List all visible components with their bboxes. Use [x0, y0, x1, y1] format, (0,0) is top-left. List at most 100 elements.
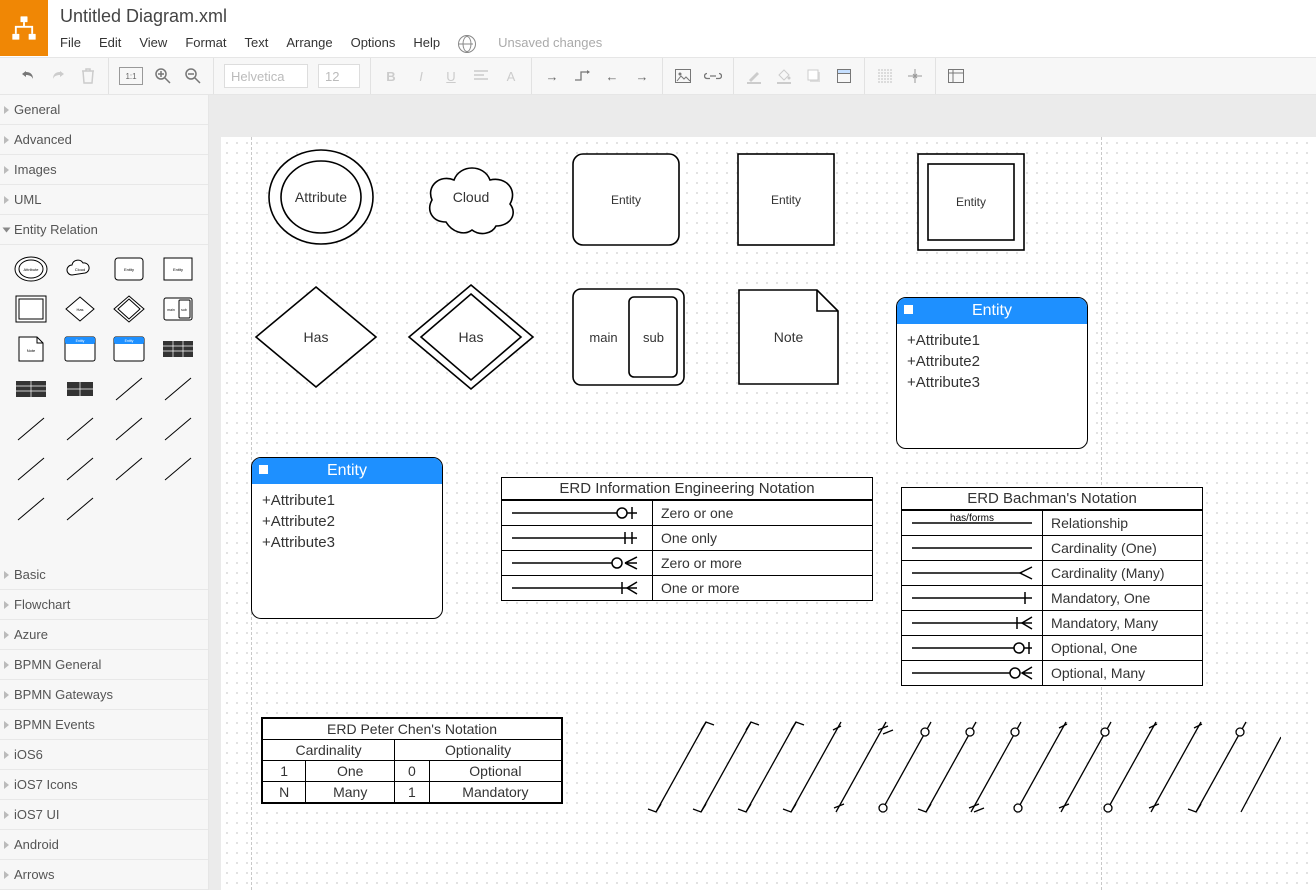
shape-entity-rounded[interactable]: Entity: [571, 152, 681, 247]
shape-attribute[interactable]: Attribute: [266, 147, 376, 247]
toolbar: 1:1 Helvetica 12 B I U A → ← →: [0, 57, 1316, 95]
shape-entity-rect[interactable]: Entity: [736, 152, 836, 247]
sidebar-section-bpmn-gateways[interactable]: BPMN Gateways: [0, 680, 208, 710]
palette-line-4[interactable]: [57, 411, 102, 447]
language-icon[interactable]: [458, 35, 476, 53]
palette-line-6[interactable]: [155, 411, 200, 447]
arrow-right2-icon[interactable]: →: [632, 66, 652, 86]
palette-attribute[interactable]: Attribute: [8, 251, 53, 287]
link-icon[interactable]: [703, 66, 723, 86]
document-title[interactable]: Untitled Diagram.xml: [60, 0, 1316, 27]
palette-entity-double[interactable]: [8, 291, 53, 327]
palette-has-double-diamond[interactable]: [106, 291, 151, 327]
edit-style-icon[interactable]: [834, 66, 854, 86]
svg-text:Entity: Entity: [123, 267, 133, 272]
palette-line-3[interactable]: [8, 411, 53, 447]
palette-cloud[interactable]: Cloud: [57, 251, 102, 287]
sidebar-section-bpmn-events[interactable]: BPMN Events: [0, 710, 208, 740]
menu-options[interactable]: Options: [351, 35, 396, 53]
ie-notation-table[interactable]: ERD Information Engineering Notation Zer…: [501, 477, 873, 601]
italic-icon[interactable]: I: [411, 66, 431, 86]
guides-icon[interactable]: [905, 66, 925, 86]
palette-entity-blue2[interactable]: Entity: [106, 331, 151, 367]
palette-line-12[interactable]: [57, 491, 102, 527]
palette-line-10[interactable]: [155, 451, 200, 487]
sidebar-section-android[interactable]: Android: [0, 830, 208, 860]
font-size-input[interactable]: 12: [318, 64, 360, 88]
palette-line-7[interactable]: [8, 451, 53, 487]
palette-line-8[interactable]: [57, 451, 102, 487]
menu-format[interactable]: Format: [185, 35, 226, 53]
palette-entity-rect[interactable]: Entity: [155, 251, 200, 287]
app-logo[interactable]: [0, 0, 48, 56]
actual-size-icon[interactable]: 1:1: [119, 67, 143, 85]
delete-icon[interactable]: [78, 66, 98, 86]
palette-line-1[interactable]: [106, 371, 151, 407]
sidebar-section-bpmn-general[interactable]: BPMN General: [0, 650, 208, 680]
layout-icon[interactable]: [946, 66, 966, 86]
shape-entity-double[interactable]: Entity: [916, 152, 1026, 252]
svg-text:Entity: Entity: [124, 339, 133, 343]
waypoint-icon[interactable]: [572, 66, 592, 86]
palette-line-11[interactable]: [8, 491, 53, 527]
sidebar-section-uml[interactable]: UML: [0, 185, 208, 215]
shape-has-double-diamond[interactable]: Has: [406, 282, 536, 392]
image-icon[interactable]: [673, 66, 693, 86]
sidebar-section-basic[interactable]: Basic: [0, 560, 208, 590]
shadow-icon[interactable]: [804, 66, 824, 86]
underline-icon[interactable]: U: [441, 66, 461, 86]
font-family-input[interactable]: Helvetica: [224, 64, 308, 88]
undo-icon[interactable]: [18, 66, 38, 86]
palette-table-small[interactable]: [57, 371, 102, 407]
palette-has-diamond[interactable]: Has: [57, 291, 102, 327]
shape-note[interactable]: Note: [736, 287, 841, 387]
sidebar-section-flowchart[interactable]: Flowchart: [0, 590, 208, 620]
shape-entity-table-2[interactable]: Entity +Attribute1 +Attribute2 +Attribut…: [251, 457, 443, 619]
align-icon[interactable]: [471, 66, 491, 86]
svg-text:Entity: Entity: [172, 267, 182, 272]
connector-samples[interactable]: [641, 712, 1281, 832]
chen-notation-table[interactable]: ERD Peter Chen's Notation CardinalityOpt…: [261, 717, 563, 804]
menu-edit[interactable]: Edit: [99, 35, 121, 53]
sidebar-section-advanced[interactable]: Advanced: [0, 125, 208, 155]
shape-entity-table-1[interactable]: Entity +Attribute1 +Attribute2 +Attribut…: [896, 297, 1088, 449]
sidebar-section-ios7-icons[interactable]: iOS7 Icons: [0, 770, 208, 800]
shape-main-sub[interactable]: main sub: [571, 287, 686, 387]
palette-line-5[interactable]: [106, 411, 151, 447]
sidebar-section-ios7-ui[interactable]: iOS7 UI: [0, 800, 208, 830]
palette-note[interactable]: Note: [8, 331, 53, 367]
palette-line-9[interactable]: [106, 451, 151, 487]
grid-icon[interactable]: [875, 66, 895, 86]
palette-line-2[interactable]: [155, 371, 200, 407]
menu-text[interactable]: Text: [244, 35, 268, 53]
arrow-left-icon[interactable]: ←: [602, 66, 622, 86]
fill-color-icon[interactable]: [774, 66, 794, 86]
bachman-notation-table[interactable]: ERD Bachman's Notation has/formsRelation…: [901, 487, 1203, 686]
palette-entity-blue[interactable]: Entity: [57, 331, 102, 367]
sidebar: General Advanced Images UML Entity Relat…: [0, 95, 209, 890]
zoom-in-icon[interactable]: [153, 66, 173, 86]
sidebar-section-images[interactable]: Images: [0, 155, 208, 185]
sidebar-section-azure[interactable]: Azure: [0, 620, 208, 650]
menu-file[interactable]: File: [60, 35, 81, 53]
zoom-out-icon[interactable]: [183, 66, 203, 86]
sidebar-section-ios6[interactable]: iOS6: [0, 740, 208, 770]
menu-arrange[interactable]: Arrange: [286, 35, 332, 53]
redo-icon[interactable]: [48, 66, 68, 86]
font-color-icon[interactable]: A: [501, 66, 521, 86]
shape-cloud[interactable]: Cloud: [416, 152, 526, 242]
sidebar-section-general[interactable]: General: [0, 95, 208, 125]
bold-icon[interactable]: B: [381, 66, 401, 86]
arrow-right-icon[interactable]: →: [542, 66, 562, 86]
line-color-icon[interactable]: [744, 66, 764, 86]
canvas-area[interactable]: Attribute Cloud Entity Entity Entity: [209, 95, 1316, 890]
menu-help[interactable]: Help: [413, 35, 440, 53]
palette-entity-rounded[interactable]: Entity: [106, 251, 151, 287]
menu-view[interactable]: View: [139, 35, 167, 53]
palette-main-sub[interactable]: mainsub: [155, 291, 200, 327]
palette-table-dark2[interactable]: [8, 371, 53, 407]
shape-has-diamond[interactable]: Has: [251, 282, 381, 392]
sidebar-section-arrows[interactable]: Arrows: [0, 860, 208, 890]
sidebar-section-entity-relation[interactable]: Entity Relation: [0, 215, 208, 245]
palette-table-dark[interactable]: [155, 331, 200, 367]
